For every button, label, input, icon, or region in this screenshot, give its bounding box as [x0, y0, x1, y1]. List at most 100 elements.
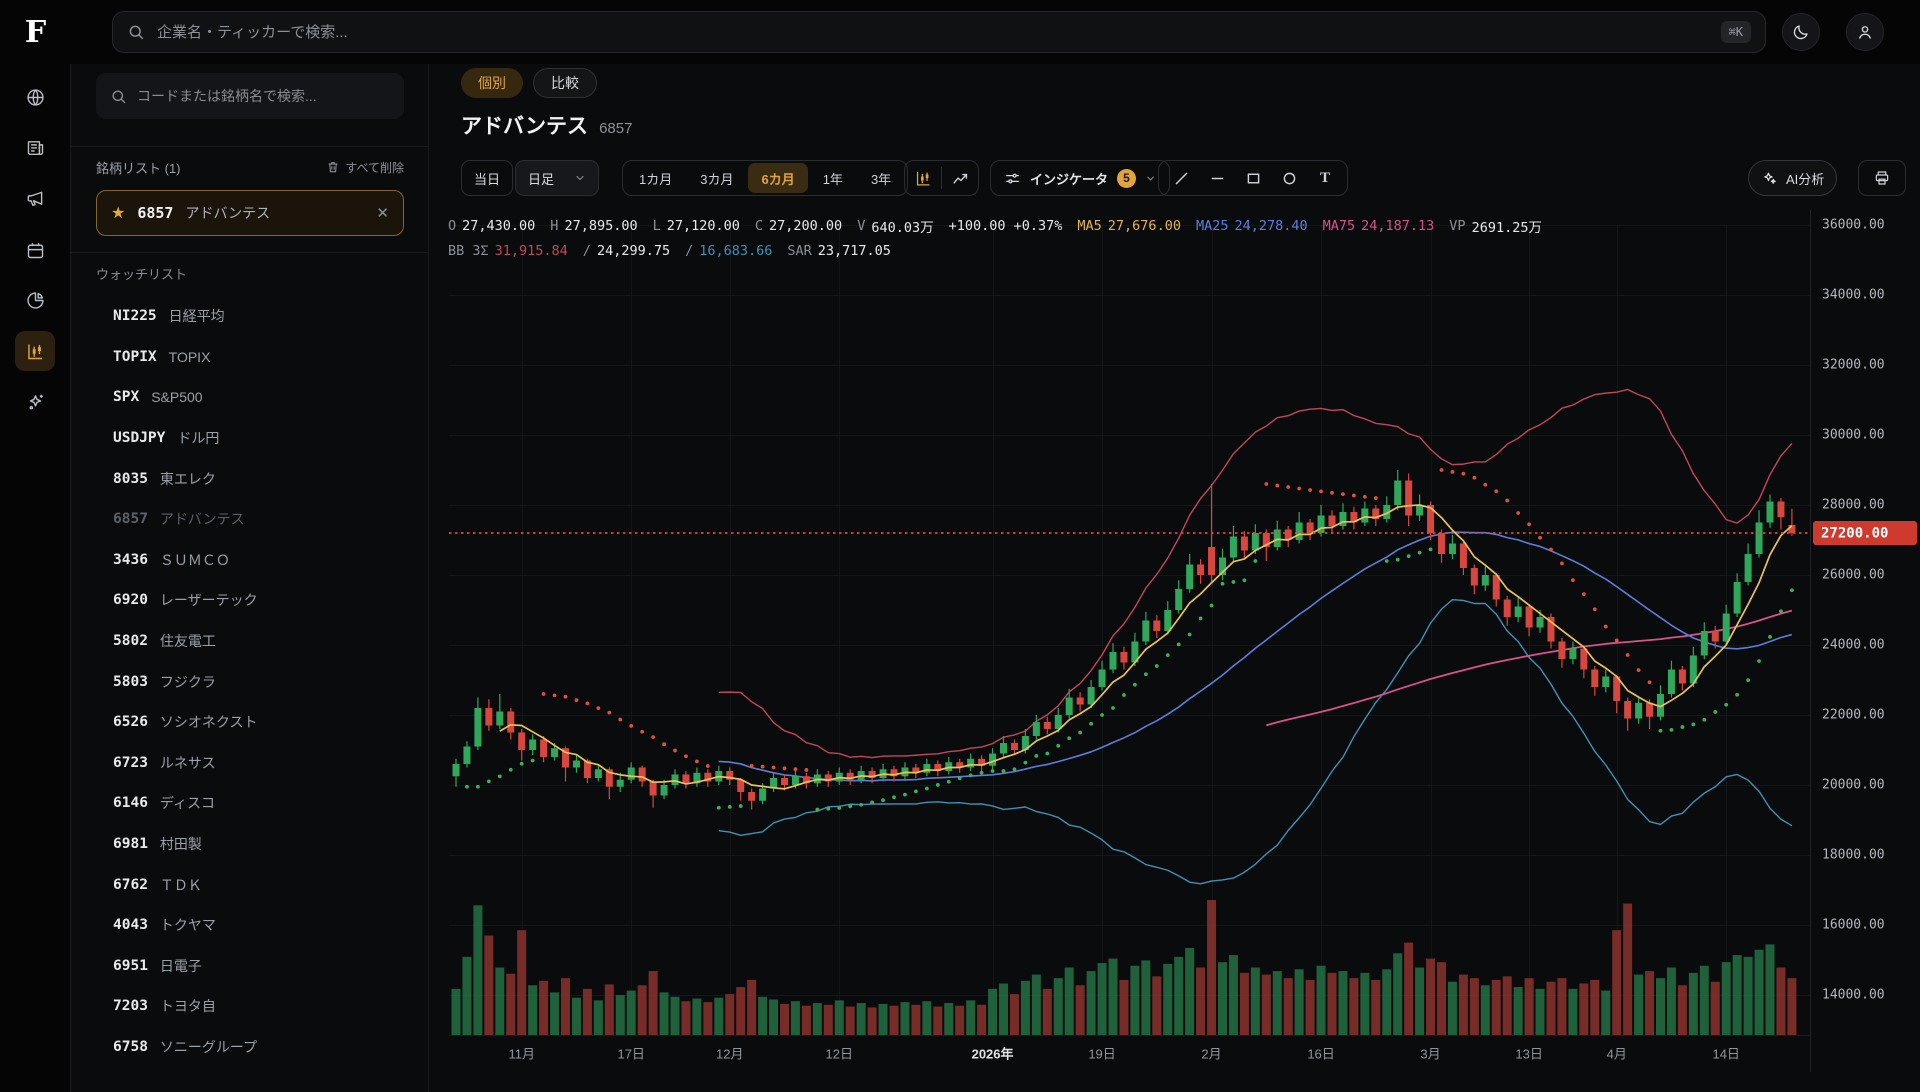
rail-item-calendar[interactable]	[15, 230, 55, 270]
circle-icon	[1281, 170, 1298, 187]
global-search[interactable]: ⌘K	[112, 11, 1766, 53]
watchlist-item-name: 日経平均	[169, 306, 225, 326]
line-chart-icon	[951, 169, 970, 188]
watchlist-item-name: S&P500	[151, 389, 202, 405]
trendline-tool-button[interactable]	[1163, 161, 1199, 195]
watchlist-item-6920[interactable]: 6920レーザーテック	[71, 580, 429, 621]
global-search-input[interactable]	[157, 24, 1721, 41]
watchlist-item-3436[interactable]: 3436ＳＵＭＣＯ	[71, 540, 429, 581]
print-button[interactable]	[1858, 160, 1906, 196]
watchlist-item-name: 東エレク	[160, 469, 216, 489]
symbol-search-input[interactable]	[137, 88, 390, 104]
watchlist-item-6723[interactable]: 6723ルネサス	[71, 743, 429, 784]
watchlist-item-code: 6526	[113, 714, 148, 730]
info-segment: VP2691.25万	[1449, 216, 1542, 236]
watchlist-item-4043[interactable]: 4043トクヤマ	[71, 905, 429, 946]
watchlist-item-code: NI225	[113, 308, 157, 324]
rail-item-announcements[interactable]	[15, 178, 55, 218]
app-logo[interactable]: F	[0, 0, 71, 64]
theme-toggle-button[interactable]	[1782, 13, 1820, 51]
period-button-1年[interactable]: 1年	[810, 163, 856, 193]
watchlist-item-code: 4043	[113, 917, 148, 933]
chart-type-line-button[interactable]	[942, 161, 978, 195]
divider	[71, 146, 429, 147]
watchlist-item-8035[interactable]: 8035東エレク	[71, 458, 429, 499]
period-button-3年[interactable]: 3年	[858, 163, 904, 193]
watchlist-item-6762[interactable]: 6762ＴＤＫ	[71, 864, 429, 905]
chevron-down-icon	[574, 172, 586, 184]
watchlist-item-7203[interactable]: 7203トヨタ自	[71, 986, 429, 1027]
close-icon[interactable]: ✕	[376, 204, 389, 222]
watchlist-item-USDJPY[interactable]: USDJPYドル円	[71, 418, 429, 459]
account-button[interactable]	[1846, 13, 1884, 51]
ohlc-info-row: O27,430.00H27,895.00L27,120.00C27,200.00…	[448, 217, 1542, 235]
watchlist-item-name: レーザーテック	[160, 590, 258, 610]
rail-item-markets[interactable]	[15, 77, 55, 117]
indicator-button[interactable]: インジケータ 5	[990, 160, 1170, 196]
watchlist-item-name: ＳＵＭＣＯ	[160, 550, 230, 570]
sliders-icon	[1004, 170, 1021, 187]
watchlist-item-6857[interactable]: 6857アドバンテス	[71, 499, 429, 540]
indicator-info-row: BB 3Σ31,915.84/24,299.75/16,683.66SAR23,…	[448, 242, 891, 260]
tab-compare[interactable]: 比較	[533, 68, 597, 98]
topbar: F ⌘K	[0, 0, 1920, 64]
rail-item-news[interactable]	[15, 127, 55, 167]
text-tool-button[interactable]: T	[1307, 161, 1343, 195]
period-button-6カ月[interactable]: 6カ月	[748, 163, 807, 193]
watchlist-item-code: 6857	[113, 511, 148, 527]
ai-analysis-button[interactable]: AI分析	[1748, 160, 1837, 196]
indicator-count-badge: 5	[1117, 169, 1136, 188]
selected-symbol-name: アドバンテス	[185, 203, 376, 223]
watchlist-item-name: ルネサス	[160, 753, 216, 773]
timeframe-select[interactable]: 日足	[515, 160, 599, 196]
watchlist-item-NI225[interactable]: NI225 日経平均	[71, 296, 429, 337]
selected-symbol-card[interactable]: ★ 6857 アドバンテス ✕	[96, 190, 404, 236]
symbol-search[interactable]	[96, 73, 404, 119]
rail-item-portfolio[interactable]	[15, 280, 55, 320]
period-button-3カ月[interactable]: 3カ月	[687, 163, 746, 193]
period-button-1カ月[interactable]: 1カ月	[626, 163, 685, 193]
star-icon[interactable]: ★	[111, 203, 125, 223]
watchlist-item-6758[interactable]: 6758ソニーグループ	[71, 1027, 429, 1068]
watchlist-item-code: 5802	[113, 633, 148, 649]
watchlist: NI225 日経平均 TOPIXTOPIXSPXS&P500USDJPYドル円803…	[71, 296, 429, 1067]
info-segment: L27,120.00	[653, 218, 740, 234]
rail-item-ai[interactable]	[15, 382, 55, 422]
watchlist-item-6951[interactable]: 6951 日電子	[71, 946, 429, 987]
horizontal-line-icon	[1209, 170, 1226, 187]
globe-icon	[25, 87, 46, 108]
tab-individual[interactable]: 個別	[461, 68, 523, 98]
watchlist-item-code: USDJPY	[113, 430, 165, 446]
watchlist-item-SPX[interactable]: SPXS&P500	[71, 377, 429, 418]
horizontal-line-tool-button[interactable]	[1199, 161, 1235, 195]
trendline-icon	[1173, 170, 1190, 187]
watchlist-item-5802[interactable]: 5802住友電工	[71, 621, 429, 662]
watchlist-item-name: フジクラ	[160, 672, 216, 692]
chart-type-candlestick-button[interactable]	[905, 161, 941, 195]
info-segment: /16,683.66	[685, 243, 772, 259]
price-chart-canvas[interactable]	[429, 210, 1920, 1092]
ai-sparkle-icon	[25, 392, 46, 413]
printer-icon	[1873, 169, 1891, 187]
mode-tabs: 個別 比較	[461, 68, 597, 98]
text-icon: T	[1320, 170, 1330, 187]
watchlist-item-TOPIX[interactable]: TOPIXTOPIX	[71, 337, 429, 378]
watchlist-item-6526[interactable]: 6526ソシオネクスト	[71, 702, 429, 743]
rail-item-charts[interactable]	[15, 331, 55, 371]
info-segment: C27,200.00	[755, 218, 842, 234]
watchlist-item-name: ＴＤＫ	[160, 875, 202, 895]
rectangle-tool-button[interactable]	[1235, 161, 1271, 195]
watchlist-item-name: ディスコ	[160, 793, 215, 813]
page-title-code: 6857	[599, 120, 632, 137]
watchlist-item-6981[interactable]: 6981村田製	[71, 824, 429, 865]
watchlist-item-code: 6951	[113, 958, 148, 974]
circle-tool-button[interactable]	[1271, 161, 1307, 195]
search-icon	[110, 88, 127, 105]
watchlist-item-5803[interactable]: 5803フジクラ	[71, 661, 429, 702]
watchlist-item-6146[interactable]: 6146ディスコ	[71, 783, 429, 824]
info-segment: O27,430.00	[448, 218, 535, 234]
watchlist-item-code: 6758	[113, 1039, 148, 1055]
today-button[interactable]: 当日	[461, 160, 513, 196]
watchlist-item-name: 日電子	[160, 956, 202, 976]
clear-all-button[interactable]: すべて削除	[326, 159, 404, 176]
